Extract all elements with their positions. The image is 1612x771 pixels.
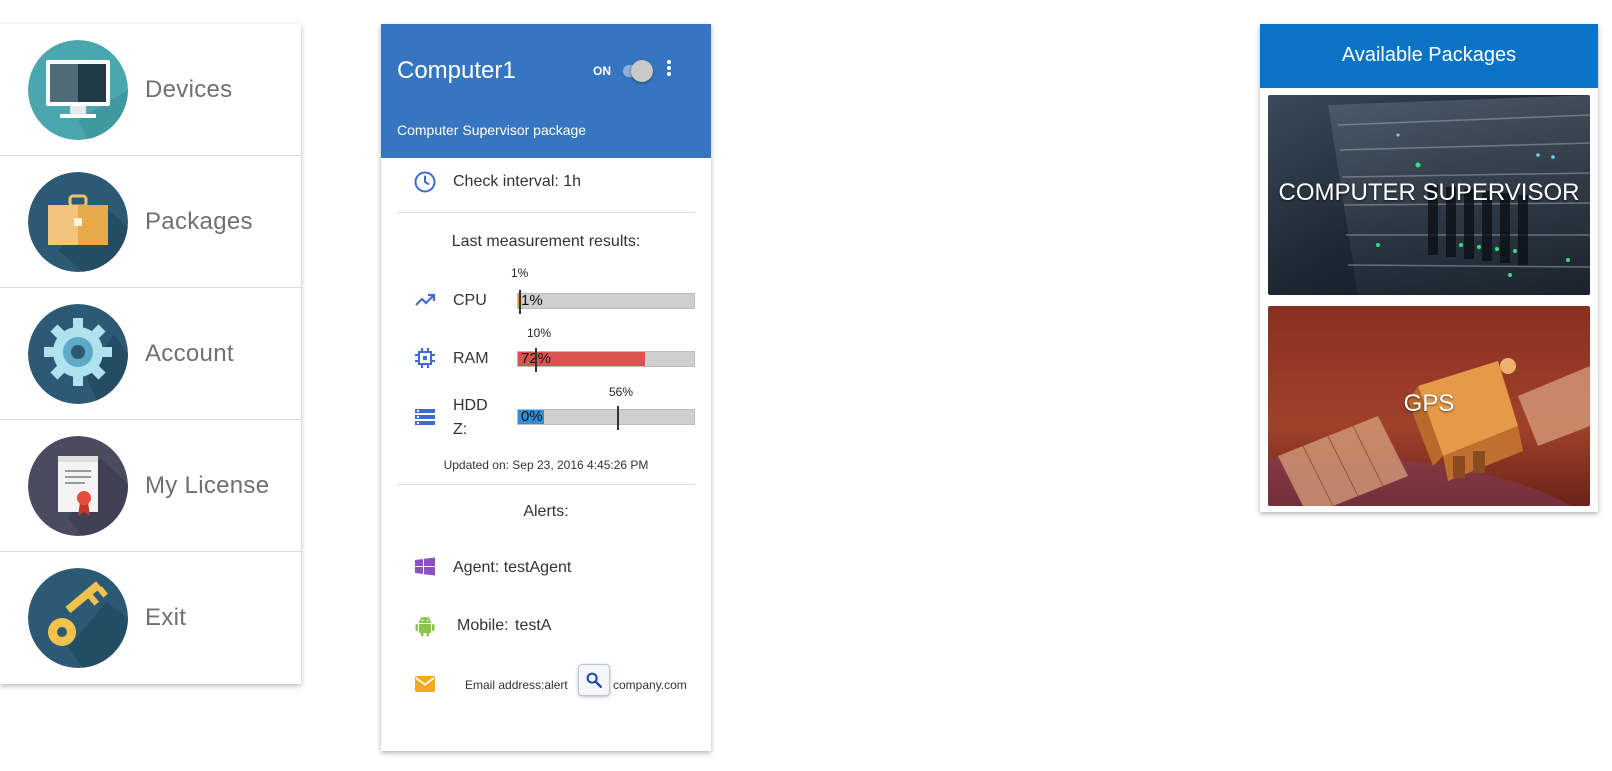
results-title: Last measurement results: bbox=[451, 233, 641, 250]
more-options-icon[interactable] bbox=[663, 58, 675, 82]
ram-threshold-label: 10% bbox=[527, 326, 552, 340]
briefcase-icon bbox=[28, 172, 128, 272]
available-packages-title: Available Packages bbox=[1260, 24, 1598, 88]
chip-icon bbox=[413, 346, 437, 370]
menu-label: Packages bbox=[145, 208, 253, 235]
cpu-usage-bar: 1% bbox=[517, 290, 695, 314]
monitor-icon bbox=[28, 40, 128, 140]
alert-mobile-value: testA bbox=[515, 617, 552, 634]
updated-timestamp: Updated on: Sep 23, 2016 4:45:26 PM bbox=[443, 458, 649, 472]
hdd-threshold-marker bbox=[617, 406, 619, 430]
windows-icon bbox=[413, 555, 437, 579]
android-icon bbox=[413, 614, 437, 638]
cpu-usage-value: 1% bbox=[521, 292, 543, 309]
package-tile-gps[interactable]: GPS bbox=[1268, 306, 1590, 506]
cpu-threshold-marker bbox=[519, 290, 521, 314]
menu-item-account[interactable]: Account bbox=[0, 288, 301, 420]
menu-item-packages[interactable]: Packages bbox=[0, 156, 301, 288]
toggle-label: ON bbox=[593, 64, 611, 78]
storage-icon bbox=[413, 405, 437, 429]
gear-icon bbox=[28, 304, 128, 404]
alert-agent: Agent: testAgent bbox=[453, 559, 572, 576]
menu-label: Account bbox=[145, 340, 234, 367]
divider bbox=[397, 484, 695, 485]
ram-label: RAM bbox=[453, 350, 489, 367]
trending-up-icon bbox=[413, 288, 437, 312]
cpu-threshold-label: 1% bbox=[511, 266, 529, 280]
alerts-title: Alerts: bbox=[523, 503, 569, 520]
search-button[interactable] bbox=[578, 664, 610, 696]
ram-usage-bar: 72% bbox=[517, 348, 695, 372]
alert-email-prefix: Email address:alert bbox=[465, 678, 568, 692]
divider bbox=[397, 212, 695, 213]
alert-mobile-label: Mobile: bbox=[457, 617, 509, 634]
menu-item-devices[interactable]: Devices bbox=[0, 24, 301, 156]
mail-icon bbox=[413, 672, 437, 696]
menu-label: My License bbox=[145, 472, 270, 499]
package-name: GPS bbox=[1403, 390, 1455, 417]
device-toggle[interactable] bbox=[621, 60, 655, 82]
hdd-usage-bar: 0% bbox=[517, 406, 695, 430]
package-name: COMPUTER SUPERVISOR bbox=[1278, 179, 1580, 206]
check-interval: Check interval: 1h bbox=[453, 173, 582, 190]
side-menu: Devices Packages Account My License Exit bbox=[0, 24, 301, 684]
hdd-threshold-label: 56% bbox=[609, 385, 634, 399]
alert-email-suffix: company.com bbox=[613, 678, 687, 692]
menu-label: Devices bbox=[145, 76, 233, 103]
hdd-label: HDD Z: bbox=[453, 397, 488, 438]
menu-item-exit[interactable]: Exit bbox=[0, 552, 301, 684]
menu-label: Exit bbox=[145, 604, 187, 631]
cpu-label: CPU bbox=[453, 292, 487, 309]
available-packages-panel: Available Packages COMPUTER SUPERVISOR G… bbox=[1260, 24, 1598, 512]
device-title: Computer1 bbox=[397, 57, 516, 84]
menu-item-my-license[interactable]: My License bbox=[0, 420, 301, 552]
package-tile-computer-supervisor[interactable]: COMPUTER SUPERVISOR bbox=[1268, 95, 1590, 295]
device-package-subtitle: Computer Supervisor package bbox=[397, 122, 587, 138]
hdd-usage-value: 0% bbox=[521, 408, 543, 425]
device-card: Computer1 ON Computer Supervisor package… bbox=[381, 24, 711, 751]
search-icon bbox=[586, 672, 602, 688]
toggle-knob bbox=[631, 60, 653, 82]
certificate-icon bbox=[28, 436, 128, 536]
card-header: Computer1 ON Computer Supervisor package bbox=[381, 24, 711, 158]
key-icon bbox=[28, 568, 128, 668]
clock-icon bbox=[413, 170, 437, 194]
ram-threshold-marker bbox=[535, 348, 537, 372]
